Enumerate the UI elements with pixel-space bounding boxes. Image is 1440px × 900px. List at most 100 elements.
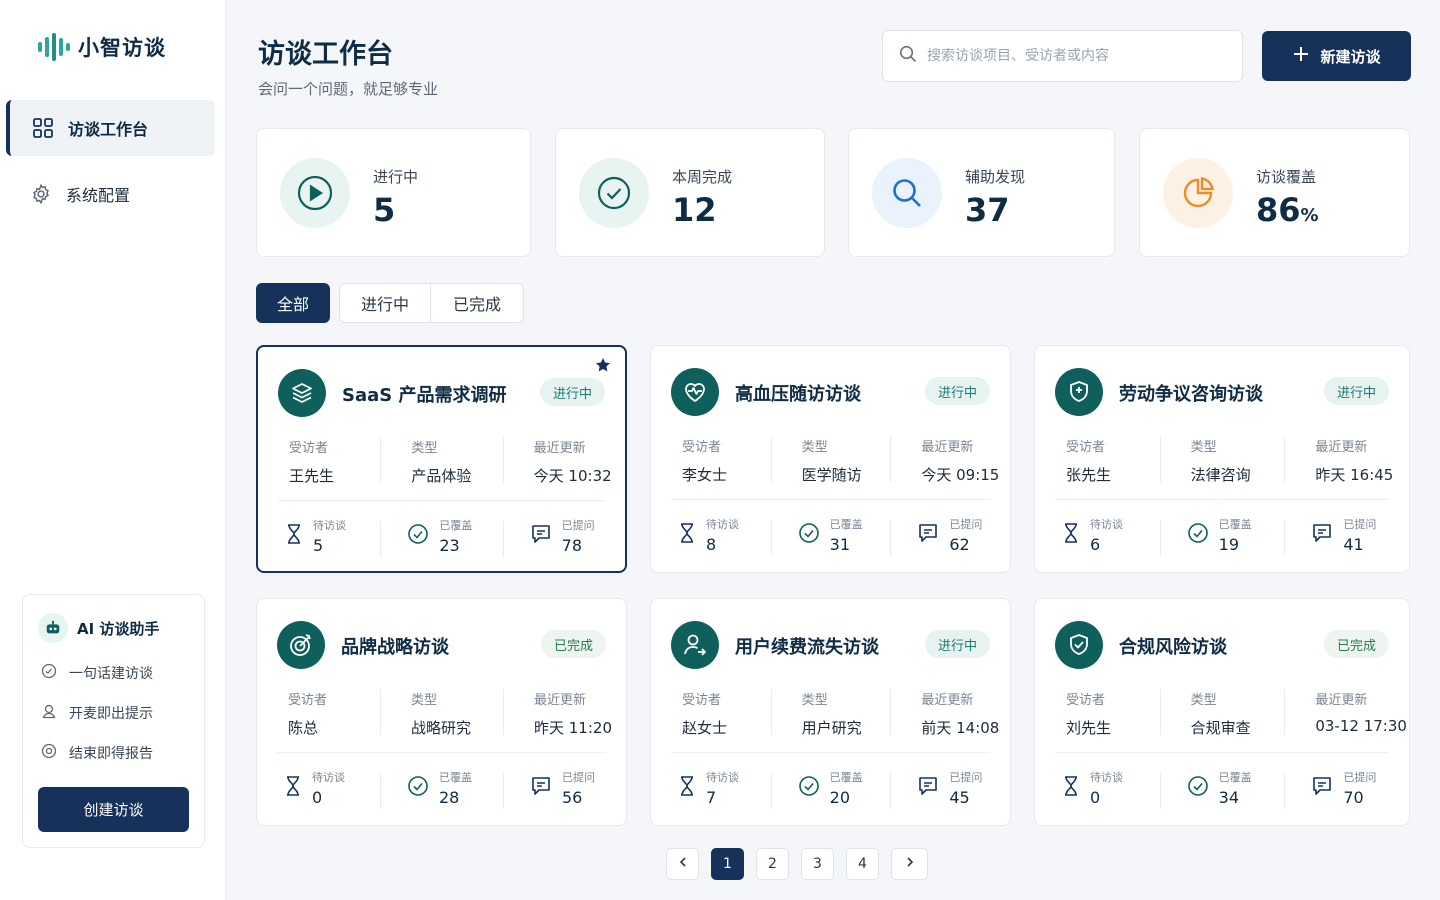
search-input[interactable]: [927, 48, 1227, 64]
project-card[interactable]: 合规风险访谈 已完成 受访者 刘先生 类型 合规审查 最近更新 03-12 17…: [1034, 598, 1410, 826]
type-label: 类型: [801, 693, 828, 708]
prev-page-button[interactable]: [666, 848, 699, 880]
hourglass-icon: [678, 775, 696, 801]
asked-stat: 已提问 56: [503, 769, 626, 809]
updated-label: 最近更新: [534, 693, 587, 708]
page-3-button[interactable]: 3: [801, 848, 834, 880]
interviewee-label: 受访者: [682, 693, 722, 708]
project-card[interactable]: 品牌战略访谈 已完成 受访者 陈总 类型 战略研究 最近更新 昨天 11:20 …: [256, 598, 627, 826]
asked-stat: 已提问 45: [890, 769, 1010, 809]
sidebar-item-settings[interactable]: 系统配置: [6, 166, 215, 222]
pending-label: 待访谈: [312, 771, 345, 784]
updated-field: 最近更新 03-12 17:30: [1284, 689, 1409, 737]
interviewee-field: 受访者 王先生: [258, 437, 380, 485]
interviewee-value: 陈总: [288, 719, 319, 737]
project-title: 品牌战略访谈: [341, 637, 449, 658]
covered-label: 已覆盖: [829, 771, 863, 784]
stat-card-coverage: 访谈覆盖 86%: [1139, 128, 1410, 257]
card-divider: [671, 752, 990, 753]
asked-stat: 已提问 70: [1284, 769, 1409, 809]
star-icon[interactable]: [595, 357, 611, 377]
page-4-button[interactable]: 4: [846, 848, 879, 880]
hourglass-icon: [1062, 775, 1080, 801]
new-interview-button[interactable]: 新建访谈: [1262, 31, 1411, 81]
chat-icon: [530, 523, 552, 549]
project-card[interactable]: 劳动争议咨询访谈 进行中 受访者 张先生 类型 法律咨询 最近更新 昨天 16:…: [1034, 345, 1410, 573]
asked-value: 78: [561, 536, 583, 555]
page-2-button[interactable]: 2: [756, 848, 789, 880]
filter-tabs: 全部 进行中 已完成: [256, 283, 524, 323]
report-icon: [41, 743, 57, 763]
search-icon: [899, 45, 917, 67]
project-card[interactable]: 用户续费流失访谈 进行中 受访者 赵女士 类型 用户研究 最近更新 前天 14:…: [650, 598, 1011, 826]
covered-stat: 已覆盖 19: [1159, 516, 1285, 556]
tab-in-progress[interactable]: 进行中: [339, 283, 431, 323]
pending-value: 6: [1090, 535, 1101, 554]
interviewee-field: 受访者 赵女士: [651, 689, 771, 737]
tab-all[interactable]: 全部: [256, 283, 330, 323]
sidebar-item-label: 访谈工作台: [68, 120, 149, 139]
type-label: 类型: [411, 693, 438, 708]
status-badge: 进行中: [924, 630, 990, 658]
project-card[interactable]: 高血压随访访谈 进行中 受访者 李女士 类型 医学随访 最近更新 今天 09:1…: [650, 345, 1011, 573]
asked-value: 56: [562, 788, 583, 807]
asked-value: 41: [1343, 535, 1364, 554]
page-1-button[interactable]: 1: [711, 848, 744, 880]
assistant-feature-item: 一句话建访谈: [41, 653, 153, 693]
heart-pulse-icon: [671, 368, 719, 416]
pending-label: 待访谈: [706, 771, 739, 784]
project-stats: 待访谈 8 已覆盖 31 已提问 62: [651, 516, 1010, 556]
interviewee-field: 受访者 李女士: [651, 436, 771, 484]
chevron-right-icon: [904, 856, 916, 872]
chat-icon: [917, 522, 939, 548]
check-circle-icon: [407, 775, 429, 801]
status-badge: 进行中: [924, 377, 990, 405]
check-circle-icon: [407, 523, 429, 549]
updated-field: 最近更新 昨天 11:20: [503, 689, 626, 737]
pending-label: 待访谈: [1090, 518, 1123, 531]
check-circle-icon: [1187, 522, 1209, 548]
app-name: 小智访谈: [78, 36, 166, 60]
project-meta: 受访者 王先生 类型 产品体验 最近更新 今天 10:32: [258, 437, 625, 485]
updated-field: 最近更新 今天 10:32: [502, 437, 625, 485]
interviewee-value: 刘先生: [1066, 719, 1112, 737]
project-meta: 受访者 李女士 类型 医学随访 最近更新 今天 09:15: [651, 436, 1010, 484]
hourglass-icon: [1062, 522, 1080, 548]
asked-label: 已提问: [1343, 518, 1377, 531]
assistant-feature-label: 一句话建访谈: [69, 666, 153, 682]
gear-icon: [30, 183, 52, 205]
type-field: 类型 医学随访: [770, 436, 891, 484]
layers-icon: [278, 369, 326, 417]
covered-value: 34: [1218, 788, 1240, 807]
project-title: 高血压随访访谈: [735, 384, 861, 405]
asked-label: 已提问: [561, 519, 595, 532]
assistant-feature-label: 结束即得报告: [69, 746, 153, 762]
next-page-button[interactable]: [891, 848, 928, 880]
updated-value: 今天 10:32: [533, 467, 612, 485]
assistant-feature-item: 结束即得报告: [41, 733, 153, 773]
covered-label: 已覆盖: [1218, 771, 1252, 784]
type-field: 类型 合规审查: [1159, 689, 1285, 737]
search-icon: [872, 158, 942, 228]
interviewee-field: 受访者 刘先生: [1035, 689, 1160, 737]
project-title: 合规风险访谈: [1119, 637, 1227, 658]
app-logo[interactable]: 小智访谈: [38, 32, 166, 62]
type-field: 类型 产品体验: [380, 437, 502, 485]
asked-label: 已提问: [949, 771, 983, 784]
status-badge: 已完成: [1323, 630, 1389, 658]
tab-completed[interactable]: 已完成: [431, 283, 524, 323]
pie-chart-icon: [1163, 158, 1233, 228]
microphone-icon: [41, 703, 57, 723]
updated-value: 前天 14:08: [921, 719, 1000, 737]
covered-stat: 已覆盖 23: [380, 517, 502, 557]
updated-field: 最近更新 前天 14:08: [890, 689, 1010, 737]
sidebar-item-workbench[interactable]: 访谈工作台: [6, 100, 215, 156]
updated-field: 最近更新 昨天 16:45: [1284, 436, 1409, 484]
create-interview-button[interactable]: 创建访谈: [38, 787, 189, 832]
asked-label: 已提问: [1343, 771, 1377, 784]
search-box[interactable]: [882, 30, 1243, 82]
check-circle-icon: [798, 522, 820, 548]
project-card[interactable]: SaaS 产品需求调研 进行中 受访者 王先生 类型 产品体验 最近更新 今天 …: [256, 345, 627, 573]
covered-stat: 已覆盖 20: [770, 769, 891, 809]
check-circle-icon: [798, 775, 820, 801]
